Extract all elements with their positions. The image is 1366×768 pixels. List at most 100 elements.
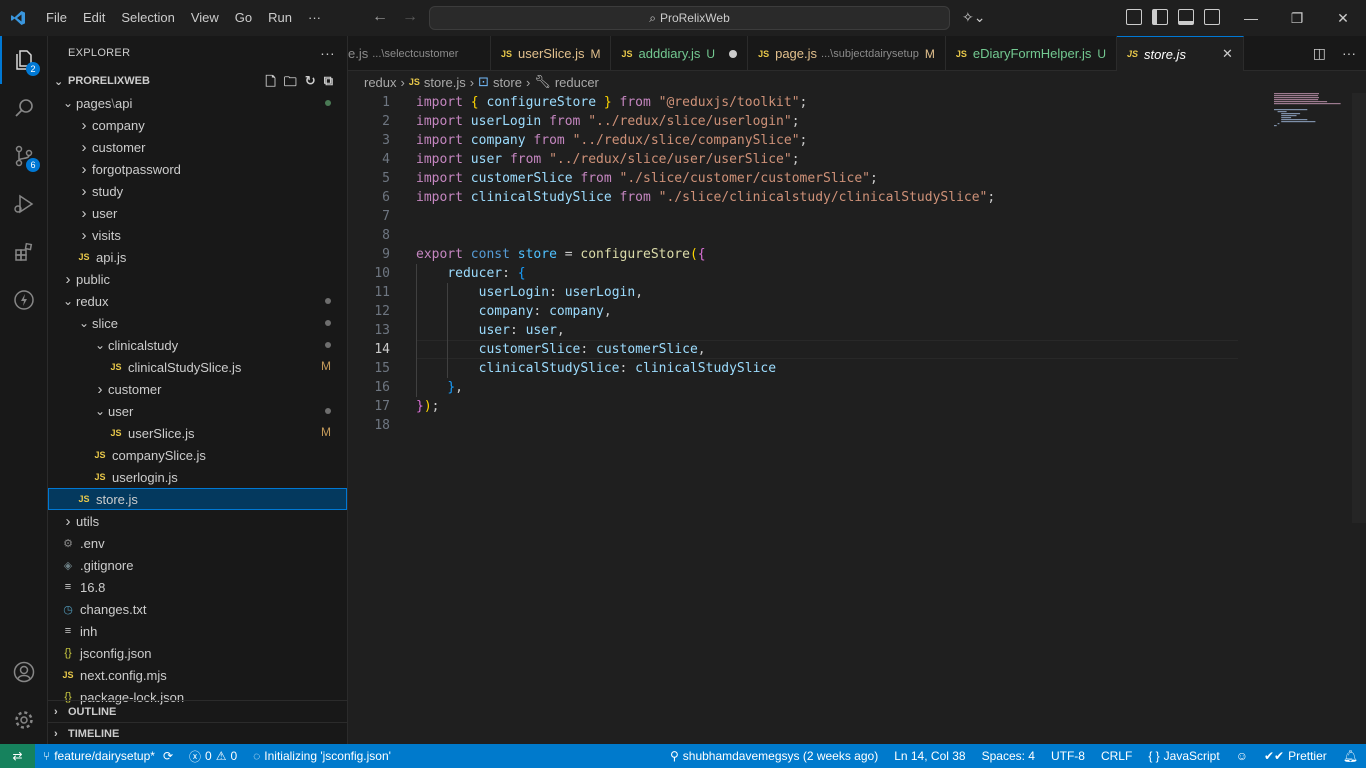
- menu-item[interactable]: File: [38, 0, 75, 36]
- folder-item[interactable]: › customer: [48, 378, 347, 400]
- menu-item[interactable]: Edit: [75, 0, 113, 36]
- folder-item[interactable]: ⌄ clinicalstudy: [48, 334, 347, 356]
- remote-indicator[interactable]: ⇄: [0, 744, 35, 768]
- editor-scrollbar[interactable]: [1352, 93, 1366, 523]
- file-item[interactable]: ≡ 16.8: [48, 576, 347, 598]
- code-line[interactable]: 8: [348, 226, 1366, 245]
- folder-item[interactable]: ⌄ slice: [48, 312, 347, 334]
- code-line[interactable]: 14 customerSlice: customerSlice,: [348, 340, 1366, 359]
- thunder-activity[interactable]: [0, 276, 48, 324]
- code-line[interactable]: 18: [348, 416, 1366, 435]
- close-window-icon[interactable]: ✕: [1320, 0, 1366, 36]
- copilot-status-icon[interactable]: ☺: [1228, 749, 1256, 763]
- minimize-icon[interactable]: —: [1228, 0, 1274, 36]
- manage-activity[interactable]: [0, 696, 48, 744]
- code-line[interactable]: 6 import clinicalStudySlice from "./slice…: [348, 188, 1366, 207]
- code-line[interactable]: 7: [348, 207, 1366, 226]
- back-arrow-icon[interactable]: ←: [372, 8, 388, 26]
- breadcrumb-folder[interactable]: redux: [364, 75, 397, 90]
- encoding[interactable]: UTF-8: [1043, 749, 1093, 763]
- folder-item[interactable]: ⌄ pages \ api: [48, 92, 347, 114]
- folder-item[interactable]: › user: [48, 202, 347, 224]
- file-item[interactable]: JS companySlice.js: [48, 444, 347, 466]
- more-actions-icon[interactable]: ···: [320, 45, 335, 61]
- search-activity[interactable]: [0, 84, 48, 132]
- folder-item[interactable]: › study: [48, 180, 347, 202]
- file-item[interactable]: ◈ .gitignore: [48, 554, 347, 576]
- close-tab-icon[interactable]: ✕: [1222, 46, 1233, 62]
- minimap[interactable]: [1272, 93, 1352, 133]
- command-center-search[interactable]: ⌕ ProRelixWeb: [429, 6, 950, 30]
- explorer-activity[interactable]: 2: [0, 36, 48, 84]
- problems-status[interactable]: ⓧ 0 ⚠ 0: [181, 748, 245, 765]
- code-line[interactable]: 17});: [348, 397, 1366, 416]
- git-blame-status[interactable]: ⚲ shubhamdavemegsys (2 weeks ago): [662, 749, 886, 763]
- indentation[interactable]: Spaces: 4: [974, 749, 1043, 763]
- breadcrumb-prop[interactable]: reducer: [555, 75, 599, 90]
- folder-item[interactable]: › visits: [48, 224, 347, 246]
- file-item[interactable]: JS userSlice.js M: [48, 422, 347, 444]
- menu-item[interactable]: Selection: [113, 0, 182, 36]
- folder-item[interactable]: › forgotpassword: [48, 158, 347, 180]
- folder-item[interactable]: › utils: [48, 510, 347, 532]
- editor-tab[interactable]: e.js ...\selectcustomer: [348, 36, 491, 71]
- restore-icon[interactable]: ❐: [1274, 0, 1320, 36]
- accounts-activity[interactable]: [0, 648, 48, 696]
- code-line[interactable]: 4 import user from "../redux/slice/user/u…: [348, 150, 1366, 169]
- file-item[interactable]: JS next.config.mjs: [48, 664, 347, 686]
- file-item[interactable]: ⚙ .env: [48, 532, 347, 554]
- timeline-section[interactable]: › TIMELINE: [48, 722, 347, 744]
- code-line[interactable]: 12 company: company,: [348, 302, 1366, 321]
- file-item[interactable]: JS api.js: [48, 246, 347, 268]
- language-mode[interactable]: { } JavaScript: [1140, 749, 1227, 763]
- folder-item[interactable]: ⌄ user: [48, 400, 347, 422]
- file-item[interactable]: ◷ changes.txt: [48, 598, 347, 620]
- file-item[interactable]: ≡ inh: [48, 620, 347, 642]
- file-item[interactable]: JS store.js: [48, 488, 347, 510]
- menu-item[interactable]: Go: [227, 0, 260, 36]
- forward-arrow-icon[interactable]: →: [402, 8, 418, 26]
- branch-status[interactable]: ⑂ feature/dairysetup* ⟳: [35, 749, 181, 763]
- run-debug-activity[interactable]: [0, 180, 48, 228]
- menu-item[interactable]: ···: [300, 0, 329, 36]
- folder-item[interactable]: ⌄ redux: [48, 290, 347, 312]
- cursor-position[interactable]: Ln 14, Col 38: [886, 749, 973, 763]
- customize-layout-icon[interactable]: [1126, 9, 1142, 25]
- notifications-icon[interactable]: 🔔︎: [1335, 749, 1366, 763]
- outline-section[interactable]: › OUTLINE: [48, 700, 347, 722]
- editor-tab[interactable]: JS eDiaryFormHelper.js U: [946, 36, 1118, 71]
- folder-item[interactable]: › public: [48, 268, 347, 290]
- breadcrumb-symbol[interactable]: store: [493, 75, 522, 90]
- code-line[interactable]: 13 user: user,: [348, 321, 1366, 340]
- line-ending[interactable]: CRLF: [1093, 749, 1140, 763]
- file-item[interactable]: {} jsconfig.json: [48, 642, 347, 664]
- copilot-icon[interactable]: ✧⌄: [962, 9, 985, 26]
- code-line[interactable]: 1 import { configureStore } from "@reduxj…: [348, 93, 1366, 112]
- menu-item[interactable]: View: [183, 0, 227, 36]
- unsaved-dot-icon[interactable]: [729, 49, 738, 58]
- editor-tab[interactable]: JS userSlice.js M: [491, 36, 612, 71]
- code-line[interactable]: 3 import company from "../redux/slice/com…: [348, 131, 1366, 150]
- breadcrumb-file[interactable]: store.js: [424, 75, 466, 90]
- project-root[interactable]: ⌄ PRORELIXWEB 🗋 🗀 ↻ ⧉: [48, 70, 347, 92]
- code-line[interactable]: 11 userLogin: userLogin,: [348, 283, 1366, 302]
- code-line[interactable]: 9 export const store = configureStore({: [348, 245, 1366, 264]
- file-item[interactable]: JS clinicalStudySlice.js M: [48, 356, 347, 378]
- editor-tab[interactable]: JS adddiary.js U: [611, 36, 749, 71]
- editor-tab[interactable]: JS store.js ✕: [1117, 36, 1244, 71]
- toggle-primary-sidebar-icon[interactable]: [1152, 9, 1168, 25]
- extensions-activity[interactable]: [0, 228, 48, 276]
- code-line[interactable]: 15 clinicalStudySlice: clinicalStudySlic…: [348, 359, 1366, 378]
- toggle-secondary-sidebar-icon[interactable]: [1204, 9, 1220, 25]
- code-line[interactable]: 2 import userLogin from "../redux/slice/u…: [348, 112, 1366, 131]
- split-editor-icon[interactable]: ◫: [1313, 45, 1326, 62]
- code-line[interactable]: 5 import customerSlice from "./slice/cust…: [348, 169, 1366, 188]
- code-line[interactable]: 16 },: [348, 378, 1366, 397]
- code-line[interactable]: 10 reducer: {: [348, 264, 1366, 283]
- toggle-panel-icon[interactable]: [1178, 9, 1194, 25]
- file-item[interactable]: JS userlogin.js: [48, 466, 347, 488]
- folder-item[interactable]: › company: [48, 114, 347, 136]
- more-actions-icon[interactable]: ···: [1342, 45, 1356, 62]
- folder-item[interactable]: › customer: [48, 136, 347, 158]
- editor-tab[interactable]: JS page.js ...\subjectdairysetup M: [748, 36, 946, 71]
